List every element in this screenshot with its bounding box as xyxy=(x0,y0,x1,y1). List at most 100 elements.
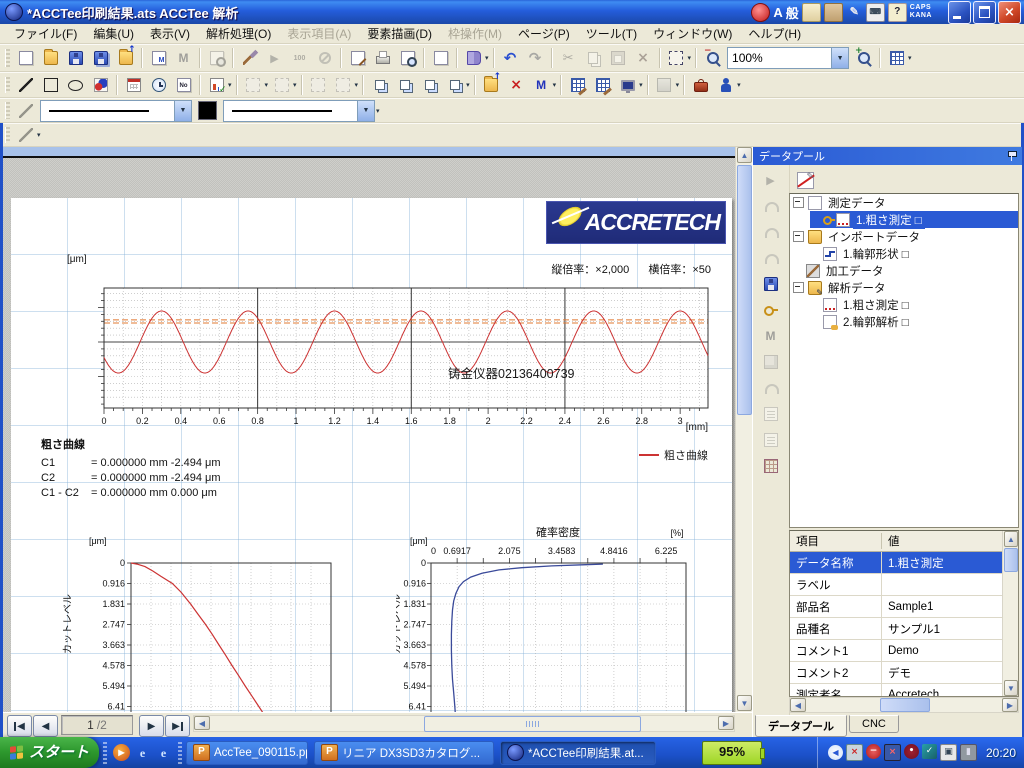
line-style-combo[interactable]: ▼ xyxy=(40,100,192,122)
tree-item-analysis-rough-1[interactable]: 1.粗さ測定 □ xyxy=(790,296,1018,313)
ime-conversion-mode[interactable]: 般 xyxy=(786,3,799,22)
toolbar-grip[interactable] xyxy=(5,127,10,142)
document-horizontal-scrollbar[interactable]: ◀ ▶ xyxy=(193,715,735,732)
save-data-button[interactable] xyxy=(759,273,782,295)
image-frame-button[interactable] xyxy=(653,74,676,96)
grid-tool-2-button[interactable] xyxy=(591,74,614,96)
tree-item-measure-data[interactable]: 測定データ xyxy=(790,194,1018,211)
paste-button[interactable] xyxy=(607,47,630,69)
window-cascade-button[interactable] xyxy=(368,74,391,96)
draw-rectangle-button[interactable] xyxy=(39,74,62,96)
pin-icon[interactable] xyxy=(1007,151,1016,161)
media-player-icon[interactable]: ▶ xyxy=(113,744,130,761)
continue-run-button[interactable]: ▶ xyxy=(263,47,286,69)
last-page-button[interactable]: ▶ xyxy=(165,715,190,737)
measure-frame-button[interactable]: M xyxy=(530,74,553,96)
tree-item-import-data[interactable]: インポートデータ xyxy=(790,228,1018,245)
draw-select-tool-button[interactable] xyxy=(14,124,37,146)
operator-button[interactable] xyxy=(714,74,737,96)
property-row-6[interactable]: 測定者名Accretech xyxy=(790,684,1018,697)
battery-indicator[interactable]: 95% xyxy=(702,741,762,765)
property-row-0[interactable]: データ名称1.粗さ測定 xyxy=(790,552,1018,574)
print-settings-button[interactable] xyxy=(346,47,369,69)
chevron-down-icon[interactable]: ▾ xyxy=(553,81,557,89)
line-tool-button[interactable] xyxy=(14,100,37,122)
previous-page-button[interactable]: ◀ xyxy=(33,715,58,737)
toolbox-button[interactable] xyxy=(689,74,712,96)
layout-book-button[interactable] xyxy=(462,47,485,69)
lock-key-button[interactable] xyxy=(759,299,782,321)
ime-keyboard-icon[interactable]: ⌨ xyxy=(866,3,885,22)
vertical-scroll-thumb[interactable] xyxy=(1004,548,1018,572)
run-analysis-button[interactable] xyxy=(238,47,261,69)
ime-pen-icon[interactable] xyxy=(751,3,770,22)
property-grid-horizontal-scrollbar[interactable]: ◀ ▶ xyxy=(789,697,1019,713)
chevron-down-icon[interactable]: ▾ xyxy=(265,81,269,89)
save-file-button[interactable] xyxy=(64,47,87,69)
table-view-button[interactable] xyxy=(759,455,782,477)
zoom-in-button[interactable]: + xyxy=(852,47,875,69)
task-button-0[interactable]: PAccTee_090115.ppt xyxy=(186,741,308,765)
menu-frame-ops[interactable]: 枠操作(M) xyxy=(440,23,510,44)
play-button[interactable]: ▶ xyxy=(759,169,782,191)
print-button[interactable] xyxy=(371,47,394,69)
ime-state[interactable]: CAPS KANA xyxy=(910,4,932,20)
close-button[interactable]: × xyxy=(998,1,1021,24)
scroll-left-icon[interactable]: ◀ xyxy=(194,716,210,730)
insert-date-button[interactable] xyxy=(122,74,145,96)
frame-layout-2-button[interactable] xyxy=(270,74,293,96)
tree-expander-icon[interactable] xyxy=(793,282,804,293)
cut-button[interactable]: ✂ xyxy=(557,47,580,69)
no-edit-button[interactable] xyxy=(794,169,817,191)
measure-document-button[interactable]: M xyxy=(172,47,195,69)
ime-input-mode[interactable]: A xyxy=(773,5,782,20)
page-number-box[interactable]: 1 /2 xyxy=(61,715,133,735)
measure-start-button[interactable]: 100 xyxy=(288,47,311,69)
menu-element-draw[interactable]: 要素描画(D) xyxy=(359,23,440,44)
window-tile-button[interactable] xyxy=(393,74,416,96)
chevron-down-icon[interactable]: ▾ xyxy=(639,81,643,89)
zoom-out-button[interactable]: − xyxy=(701,47,724,69)
grid-tool-1-button[interactable] xyxy=(566,74,589,96)
menu-page[interactable]: ページ(P) xyxy=(510,23,578,44)
save-all-button[interactable] xyxy=(89,47,112,69)
delete-button[interactable]: × xyxy=(632,47,655,69)
horizontal-scroll-thumb[interactable] xyxy=(880,698,930,712)
scroll-up-icon[interactable]: ▲ xyxy=(1004,531,1018,547)
open-file-button[interactable] xyxy=(39,47,62,69)
toolbar-grip[interactable] xyxy=(5,49,10,67)
stop-button[interactable] xyxy=(313,47,336,69)
chevron-down-icon[interactable]: ▼ xyxy=(357,101,374,121)
delete-frame-button[interactable]: × xyxy=(505,74,528,96)
ime-palette-icon[interactable] xyxy=(802,3,821,22)
scroll-left-icon[interactable]: ◀ xyxy=(790,698,806,712)
taskbar-grip[interactable] xyxy=(178,742,182,764)
measure-edit-button[interactable]: M xyxy=(759,325,782,347)
window-task-icon[interactable]: ▣ xyxy=(940,744,957,761)
select-frame-button[interactable] xyxy=(665,47,688,69)
chevron-down-icon[interactable]: ▾ xyxy=(737,81,741,89)
contour-edit-button[interactable] xyxy=(759,377,782,399)
document-vertical-scrollbar[interactable]: ▲ ▼ xyxy=(735,147,752,712)
network-blocked-icon[interactable]: × xyxy=(846,744,863,761)
property-row-5[interactable]: コメント2デモ xyxy=(790,662,1018,684)
page-setup-button[interactable] xyxy=(147,47,170,69)
usb-device-icon[interactable]: • xyxy=(904,744,919,759)
export-folder-button[interactable] xyxy=(114,47,137,69)
scroll-up-icon[interactable]: ▲ xyxy=(737,147,752,163)
curve-tool-1-button[interactable] xyxy=(759,195,782,217)
menu-window[interactable]: ウィンドウ(W) xyxy=(645,23,740,44)
insert-time-button[interactable] xyxy=(147,74,170,96)
scroll-right-icon[interactable]: ▶ xyxy=(1002,698,1018,712)
copy-button[interactable] xyxy=(582,47,605,69)
layout-preview-button[interactable] xyxy=(205,47,228,69)
draw-ellipse-button[interactable] xyxy=(64,74,87,96)
browser-icon[interactable]: e xyxy=(155,744,172,761)
ime-pen2-icon[interactable]: ✎ xyxy=(846,4,863,21)
page-copy-button[interactable] xyxy=(429,47,452,69)
zoom-combo[interactable]: ▼ xyxy=(727,47,849,69)
undo-button[interactable]: ↶ xyxy=(499,47,522,69)
removable-media-icon[interactable]: ▮ xyxy=(960,744,977,761)
next-page-button[interactable]: ▶ xyxy=(139,715,164,737)
scroll-down-icon[interactable]: ▼ xyxy=(1004,680,1018,696)
